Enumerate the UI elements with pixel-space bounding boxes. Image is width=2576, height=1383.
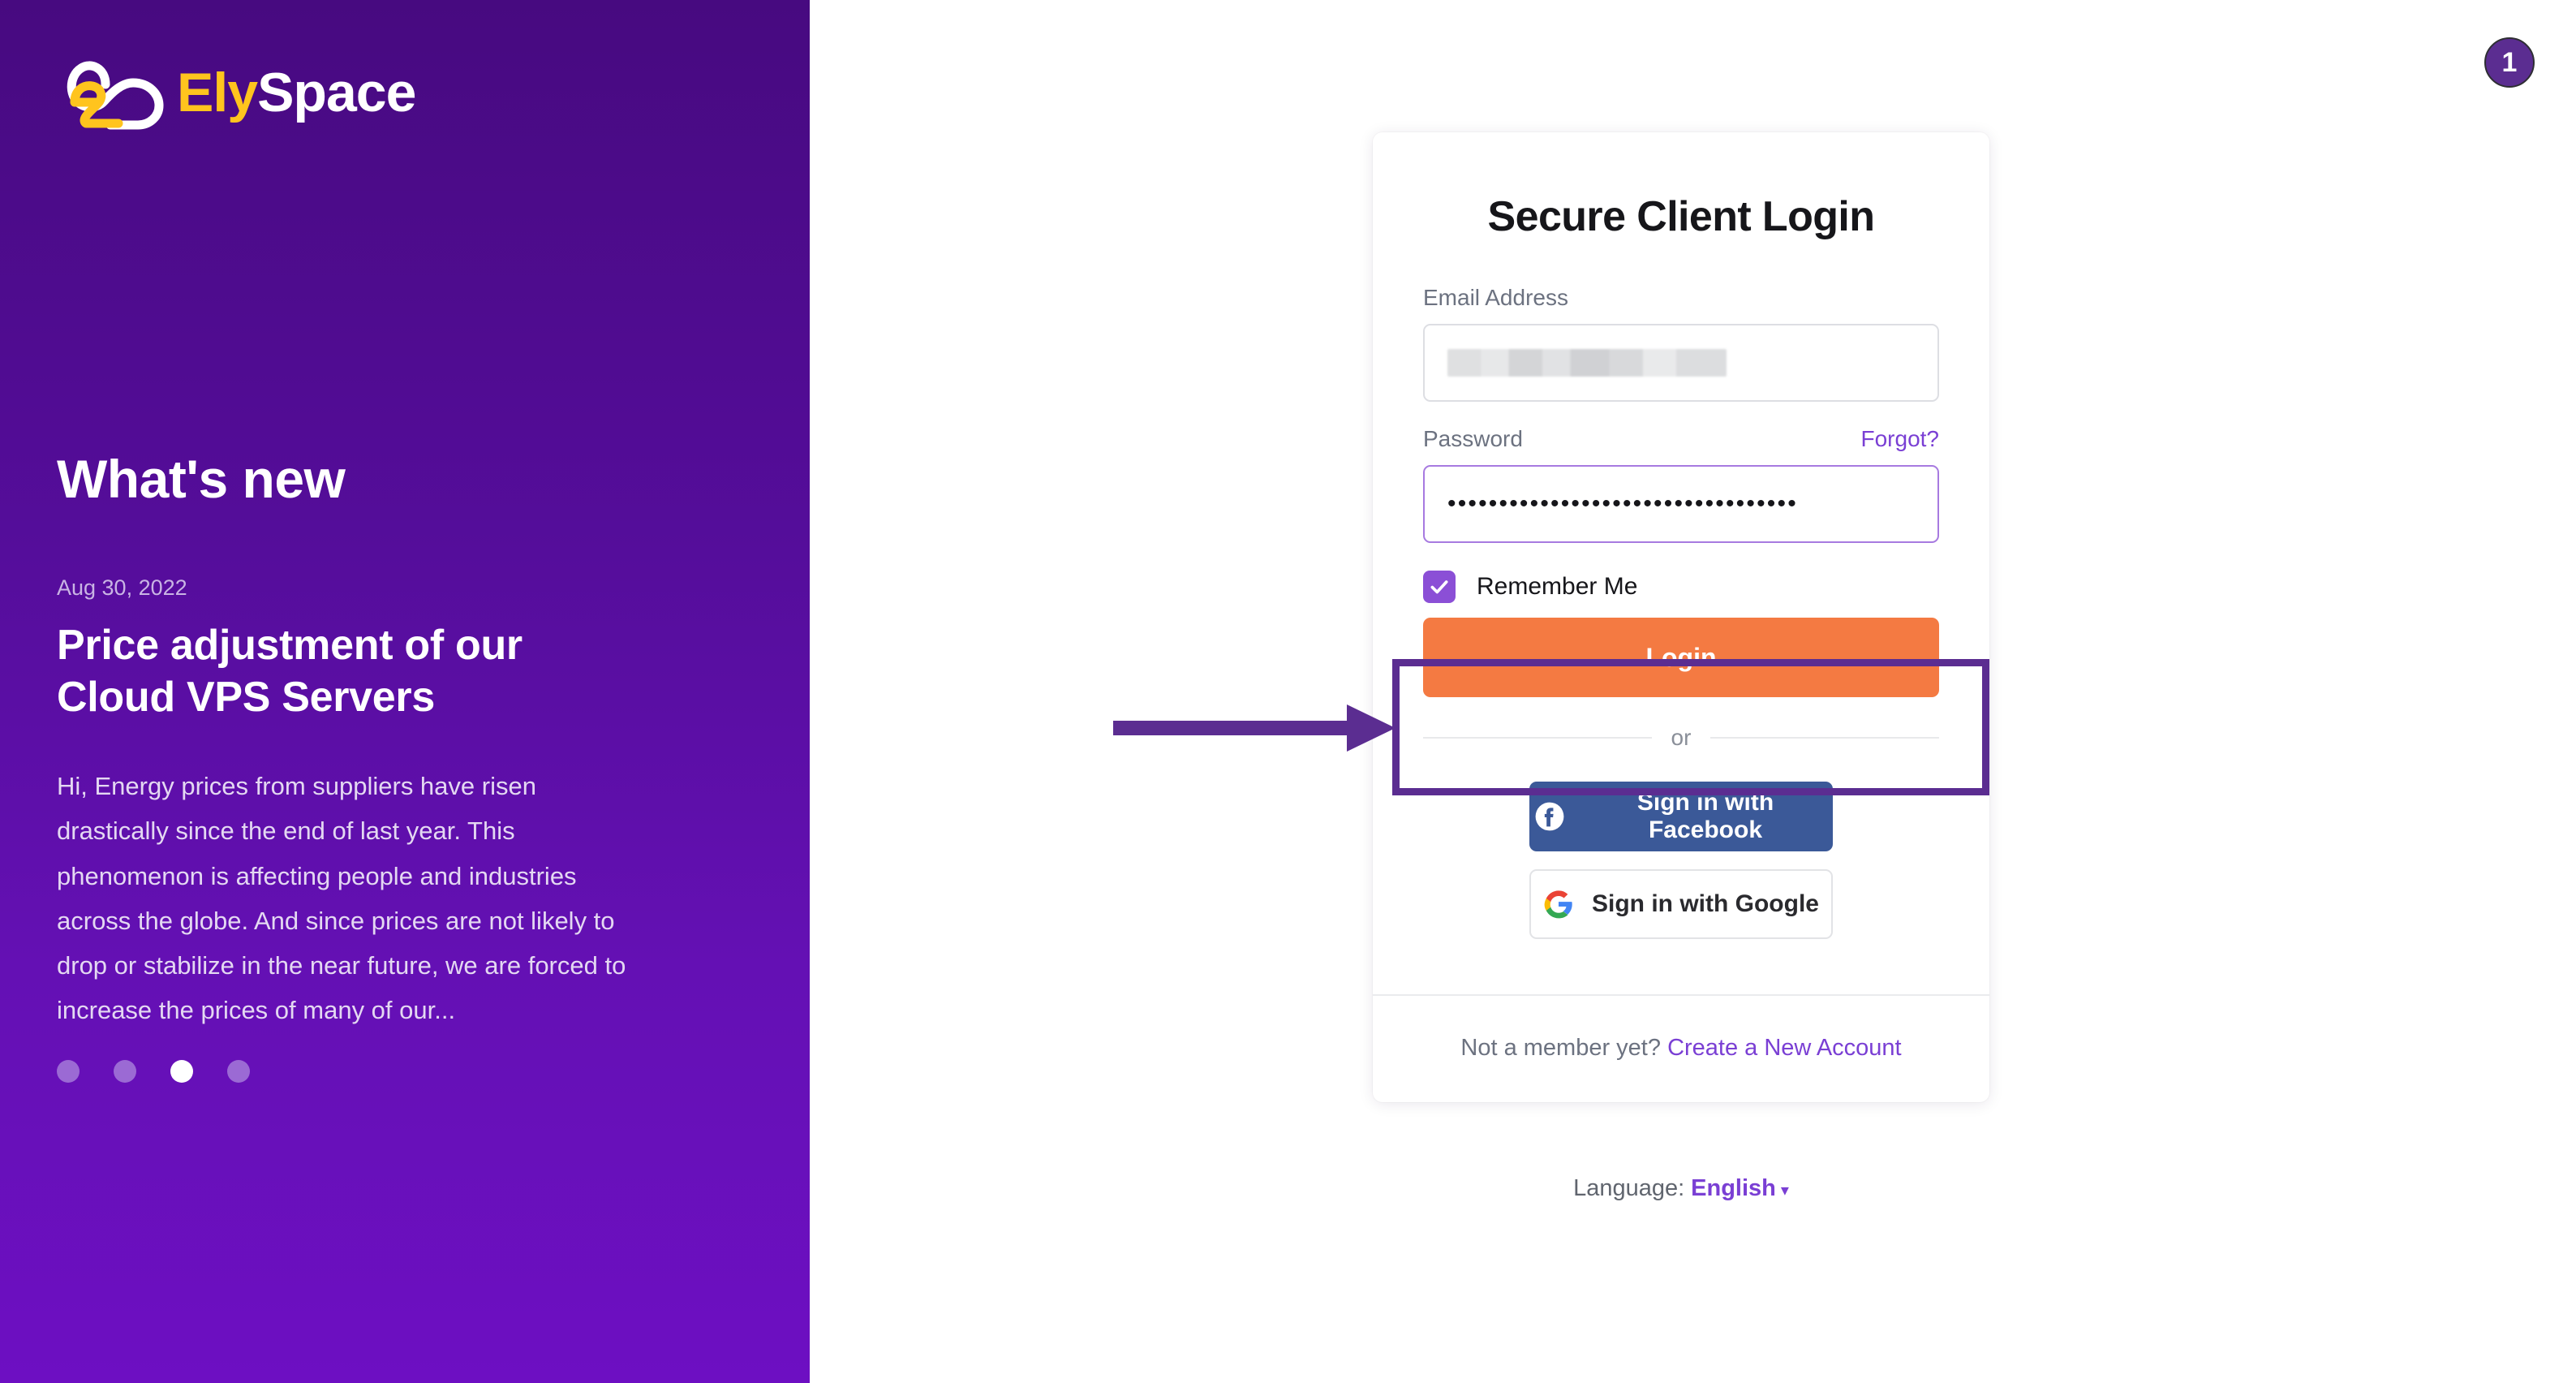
password-label: Password: [1423, 426, 1523, 451]
carousel-dot-4[interactable]: [227, 1060, 250, 1083]
divider-line-right: [1710, 737, 1939, 739]
email-label: Email Address: [1423, 285, 1568, 310]
email-label-row: Email Address: [1423, 285, 1939, 311]
email-input[interactable]: [1423, 324, 1939, 402]
carousel-dot-3[interactable]: [170, 1060, 193, 1083]
login-card: Secure Client Login Email Address Passwo…: [1373, 132, 1989, 1102]
page-title: Secure Client Login: [1487, 193, 1875, 240]
facebook-signin-button[interactable]: Sign in with Facebook: [1529, 782, 1833, 851]
remember-me-label: Remember Me: [1477, 573, 1638, 600]
divider-label: or: [1671, 725, 1692, 750]
news-excerpt: Hi, Energy prices from suppliers have ri…: [57, 772, 626, 1025]
carousel-dots[interactable]: [57, 1060, 250, 1083]
news-section-heading: What's new: [57, 449, 346, 509]
promo-panel: ElySpace What's new Aug 30, 2022 Price a…: [0, 0, 810, 1383]
facebook-icon: [1535, 802, 1564, 831]
field-spacer: [1423, 402, 1939, 426]
news-block: What's new Aug 30, 2022 Price adjustment…: [57, 449, 641, 1032]
language-label: Language:: [1573, 1175, 1685, 1201]
chevron-down-icon[interactable]: ▾: [1781, 1182, 1789, 1200]
brand-word-second: Space: [257, 62, 416, 123]
facebook-signin-label: Sign in with Facebook: [1636, 789, 1774, 843]
carousel-dot-2[interactable]: [114, 1060, 136, 1083]
email-redacted-value: [1447, 349, 1727, 377]
create-account-link[interactable]: Create a New Account: [1667, 1035, 1902, 1061]
password-masked-value: ••••••••••••••••••••••••••••••••••: [1447, 490, 1798, 517]
language-value[interactable]: English: [1691, 1175, 1776, 1201]
password-label-row: Password Forgot?: [1423, 426, 1939, 452]
news-title[interactable]: Price adjustment of our Cloud VPS Server…: [57, 620, 641, 723]
create-account-row: Not a member yet? Create a New Account: [1373, 994, 1989, 1102]
brand-logo[interactable]: ElySpace: [58, 55, 416, 130]
remember-me-row[interactable]: Remember Me: [1423, 571, 1939, 603]
password-input[interactable]: ••••••••••••••••••••••••••••••••••: [1423, 465, 1939, 543]
language-selector[interactable]: Language: English ▾: [1373, 1175, 1989, 1202]
create-account-prompt: Not a member yet?: [1460, 1035, 1661, 1061]
forgot-password-link[interactable]: Forgot?: [1861, 426, 1940, 452]
login-button[interactable]: Login: [1423, 618, 1939, 697]
google-icon: [1544, 890, 1572, 919]
brand-wordmark: ElySpace: [177, 62, 416, 123]
google-signin-button[interactable]: Sign in with Google: [1529, 869, 1833, 939]
or-divider: or: [1423, 725, 1939, 751]
login-form: Secure Client Login Email Address Passwo…: [1373, 132, 1989, 994]
step-badge: 1: [2484, 37, 2535, 88]
elyspace-cloud-icon: [67, 61, 164, 130]
google-signin-label: Sign in with Google: [1592, 890, 1819, 917]
news-date: Aug 30, 2022: [57, 575, 187, 601]
brand-word-first: Ely: [177, 62, 258, 123]
check-icon: [1430, 580, 1448, 594]
divider-line-left: [1423, 737, 1652, 739]
carousel-dot-1[interactable]: [57, 1060, 80, 1083]
remember-me-checkbox[interactable]: [1423, 571, 1456, 603]
